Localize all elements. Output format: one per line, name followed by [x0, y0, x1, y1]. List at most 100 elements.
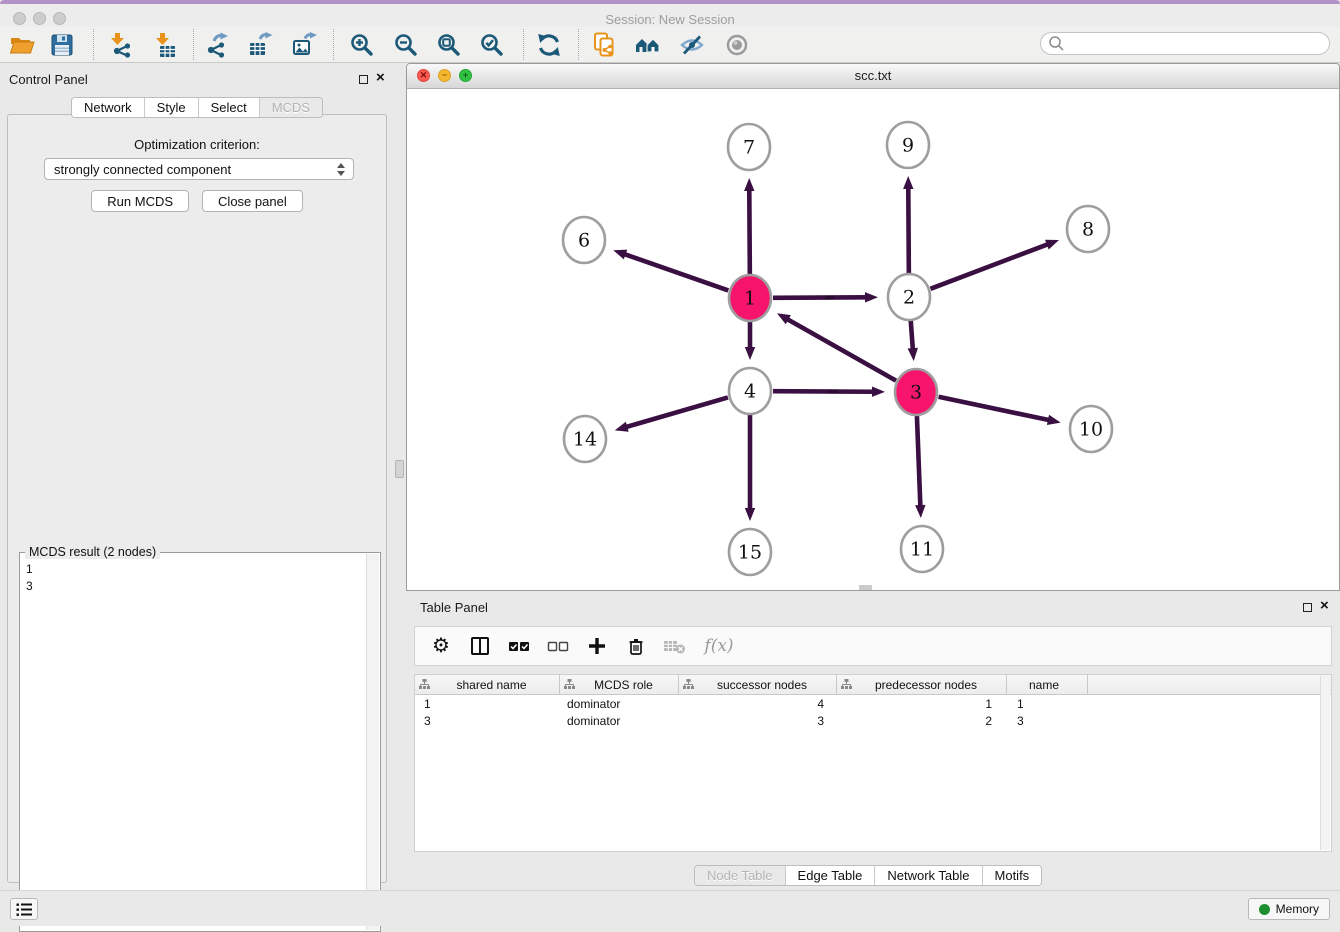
graph-edge-3-11[interactable]: [917, 415, 921, 507]
graph-node-14[interactable]: 14: [564, 416, 606, 462]
graph-edge-1-2[interactable]: [773, 297, 867, 298]
control-tab-select[interactable]: Select: [199, 98, 260, 117]
toggle-columns-icon[interactable]: [468, 634, 492, 658]
graph-edge-arrowhead: [908, 348, 918, 361]
export-table-icon[interactable]: [246, 30, 276, 60]
import-table-icon[interactable]: [150, 30, 180, 60]
graphics-details-icon[interactable]: [677, 30, 707, 60]
canvas-resize-handle[interactable]: [859, 585, 872, 591]
clone-network-icon[interactable]: [590, 30, 620, 60]
edge-label-mark: [825, 296, 834, 300]
graph-node-label: 3: [910, 382, 922, 404]
graph-edge-4-3[interactable]: [773, 391, 874, 392]
network-window-titlebar[interactable]: ✕ − + scc.txt: [407, 64, 1339, 89]
graph-node-label: 2: [903, 287, 915, 309]
criterion-select-value: strongly connected component: [45, 162, 333, 177]
table-tab-node-table[interactable]: Node Table: [695, 866, 786, 885]
add-row-icon[interactable]: [585, 634, 609, 658]
search-input[interactable]: [1065, 34, 1329, 53]
graph-node-10[interactable]: 10: [1070, 406, 1112, 452]
graph-node-1[interactable]: 1: [729, 275, 771, 321]
graph-node-6[interactable]: 6: [563, 217, 605, 263]
graph-node-4[interactable]: 4: [729, 368, 771, 414]
birds-eye-view-icon[interactable]: [722, 30, 752, 60]
save-session-icon[interactable]: [47, 30, 77, 60]
node-table[interactable]: shared nameMCDS rolesuccessor nodesprede…: [414, 674, 1332, 852]
optimization-criterion-label: Optimization criterion:: [8, 137, 386, 152]
graph-edge-3-10[interactable]: [939, 397, 1050, 421]
criterion-select[interactable]: strongly connected component: [44, 158, 354, 180]
table-row[interactable]: 1dominator411: [415, 695, 1331, 712]
table-panel-close-icon[interactable]: ×: [1320, 600, 1329, 612]
column-header-mcds-role[interactable]: MCDS role: [560, 675, 679, 694]
close-panel-button[interactable]: Close panel: [202, 190, 303, 212]
graph-edge-arrowhead: [745, 347, 755, 360]
mcds-result-list[interactable]: 13: [20, 557, 366, 929]
graph-edge-arrowhead: [903, 176, 913, 189]
graph-edge-4-14[interactable]: [625, 397, 728, 427]
open-session-icon[interactable]: [7, 30, 37, 60]
graph-node-2[interactable]: 2: [888, 274, 930, 320]
result-scrollbar[interactable]: [366, 554, 379, 930]
memory-button[interactable]: Memory: [1248, 898, 1330, 920]
zoom-selected-icon[interactable]: [477, 30, 507, 60]
table-tab-edge-table[interactable]: Edge Table: [786, 866, 876, 885]
apply-layout-icon[interactable]: [534, 30, 564, 60]
table-tabs: Node TableEdge TableNetwork TableMotifs: [694, 865, 1042, 886]
table-panel-title: Table Panel: [420, 600, 488, 615]
table-cell: dominator: [560, 714, 679, 728]
titlebar: Session: New Session: [0, 4, 1340, 27]
zoom-fit-icon[interactable]: [434, 30, 464, 60]
column-header-shared-name[interactable]: shared name: [415, 675, 560, 694]
graph-edge-arrowhead: [613, 250, 627, 260]
panel-splitter-handle[interactable]: [395, 460, 404, 478]
graph-node-15[interactable]: 15: [729, 529, 771, 575]
table-tab-motifs[interactable]: Motifs: [983, 866, 1042, 885]
graph-edge-3-1[interactable]: [787, 319, 896, 381]
graph-node-label: 10: [1079, 419, 1103, 441]
zoom-out-icon[interactable]: [391, 30, 421, 60]
control-tab-style[interactable]: Style: [145, 98, 199, 117]
table-tab-network-table[interactable]: Network Table: [875, 866, 982, 885]
graph-node-11[interactable]: 11: [901, 526, 943, 572]
run-mcds-button[interactable]: Run MCDS: [91, 190, 189, 212]
first-neighbors-icon[interactable]: [633, 30, 663, 60]
import-network-icon[interactable]: [105, 30, 135, 60]
column-header-name[interactable]: name: [1007, 675, 1088, 694]
table-settings-gear-icon[interactable]: ⚙: [429, 634, 453, 658]
table-scrollbar[interactable]: [1320, 676, 1330, 850]
graph-node-label: 8: [1082, 219, 1094, 241]
graph-edge-1-6[interactable]: [624, 254, 729, 291]
export-network-icon[interactable]: [203, 30, 233, 60]
graph-node-8[interactable]: 8: [1067, 206, 1109, 252]
graph-edge-2-3[interactable]: [911, 320, 913, 350]
mcds-result-line: 1: [26, 561, 360, 578]
zoom-in-icon[interactable]: [347, 30, 377, 60]
search-box[interactable]: [1040, 32, 1330, 55]
table-row[interactable]: 3dominator323: [415, 712, 1331, 729]
control-panel-close-icon[interactable]: ×: [376, 72, 385, 84]
graph-edge-2-9[interactable]: [908, 187, 909, 274]
column-header-successor-nodes[interactable]: successor nodes: [679, 675, 837, 694]
table-cell: 4: [679, 697, 837, 711]
deselect-all-rows-icon[interactable]: [546, 634, 570, 658]
control-panel-float-icon[interactable]: [359, 75, 368, 84]
table-cell: 3: [679, 714, 837, 728]
graph-node-7[interactable]: 7: [728, 124, 770, 170]
control-tab-mcds[interactable]: MCDS: [260, 98, 322, 117]
graph-node-9[interactable]: 9: [887, 122, 929, 168]
control-tab-network[interactable]: Network: [72, 98, 145, 117]
control-panel: Control Panel × NetworkStyleSelectMCDS O…: [0, 63, 394, 888]
select-all-rows-icon[interactable]: [507, 634, 531, 658]
export-image-icon[interactable]: [290, 30, 320, 60]
control-panel-tabs: NetworkStyleSelectMCDS: [0, 97, 394, 118]
panel-list-button[interactable]: [10, 898, 38, 920]
column-header-predecessor-nodes[interactable]: predecessor nodes: [837, 675, 1007, 694]
graph-node-3[interactable]: 3: [895, 369, 937, 415]
graph-edge-1-7[interactable]: [749, 189, 750, 275]
graph-edge-2-8[interactable]: [931, 244, 1049, 289]
network-canvas[interactable]: 7 9 6 8 1 2 4 3 14 10 15 11: [407, 89, 1339, 591]
delete-rows-icon[interactable]: [624, 634, 648, 658]
table-panel-float-icon[interactable]: [1303, 603, 1312, 612]
table-cell: 1: [1007, 697, 1088, 711]
